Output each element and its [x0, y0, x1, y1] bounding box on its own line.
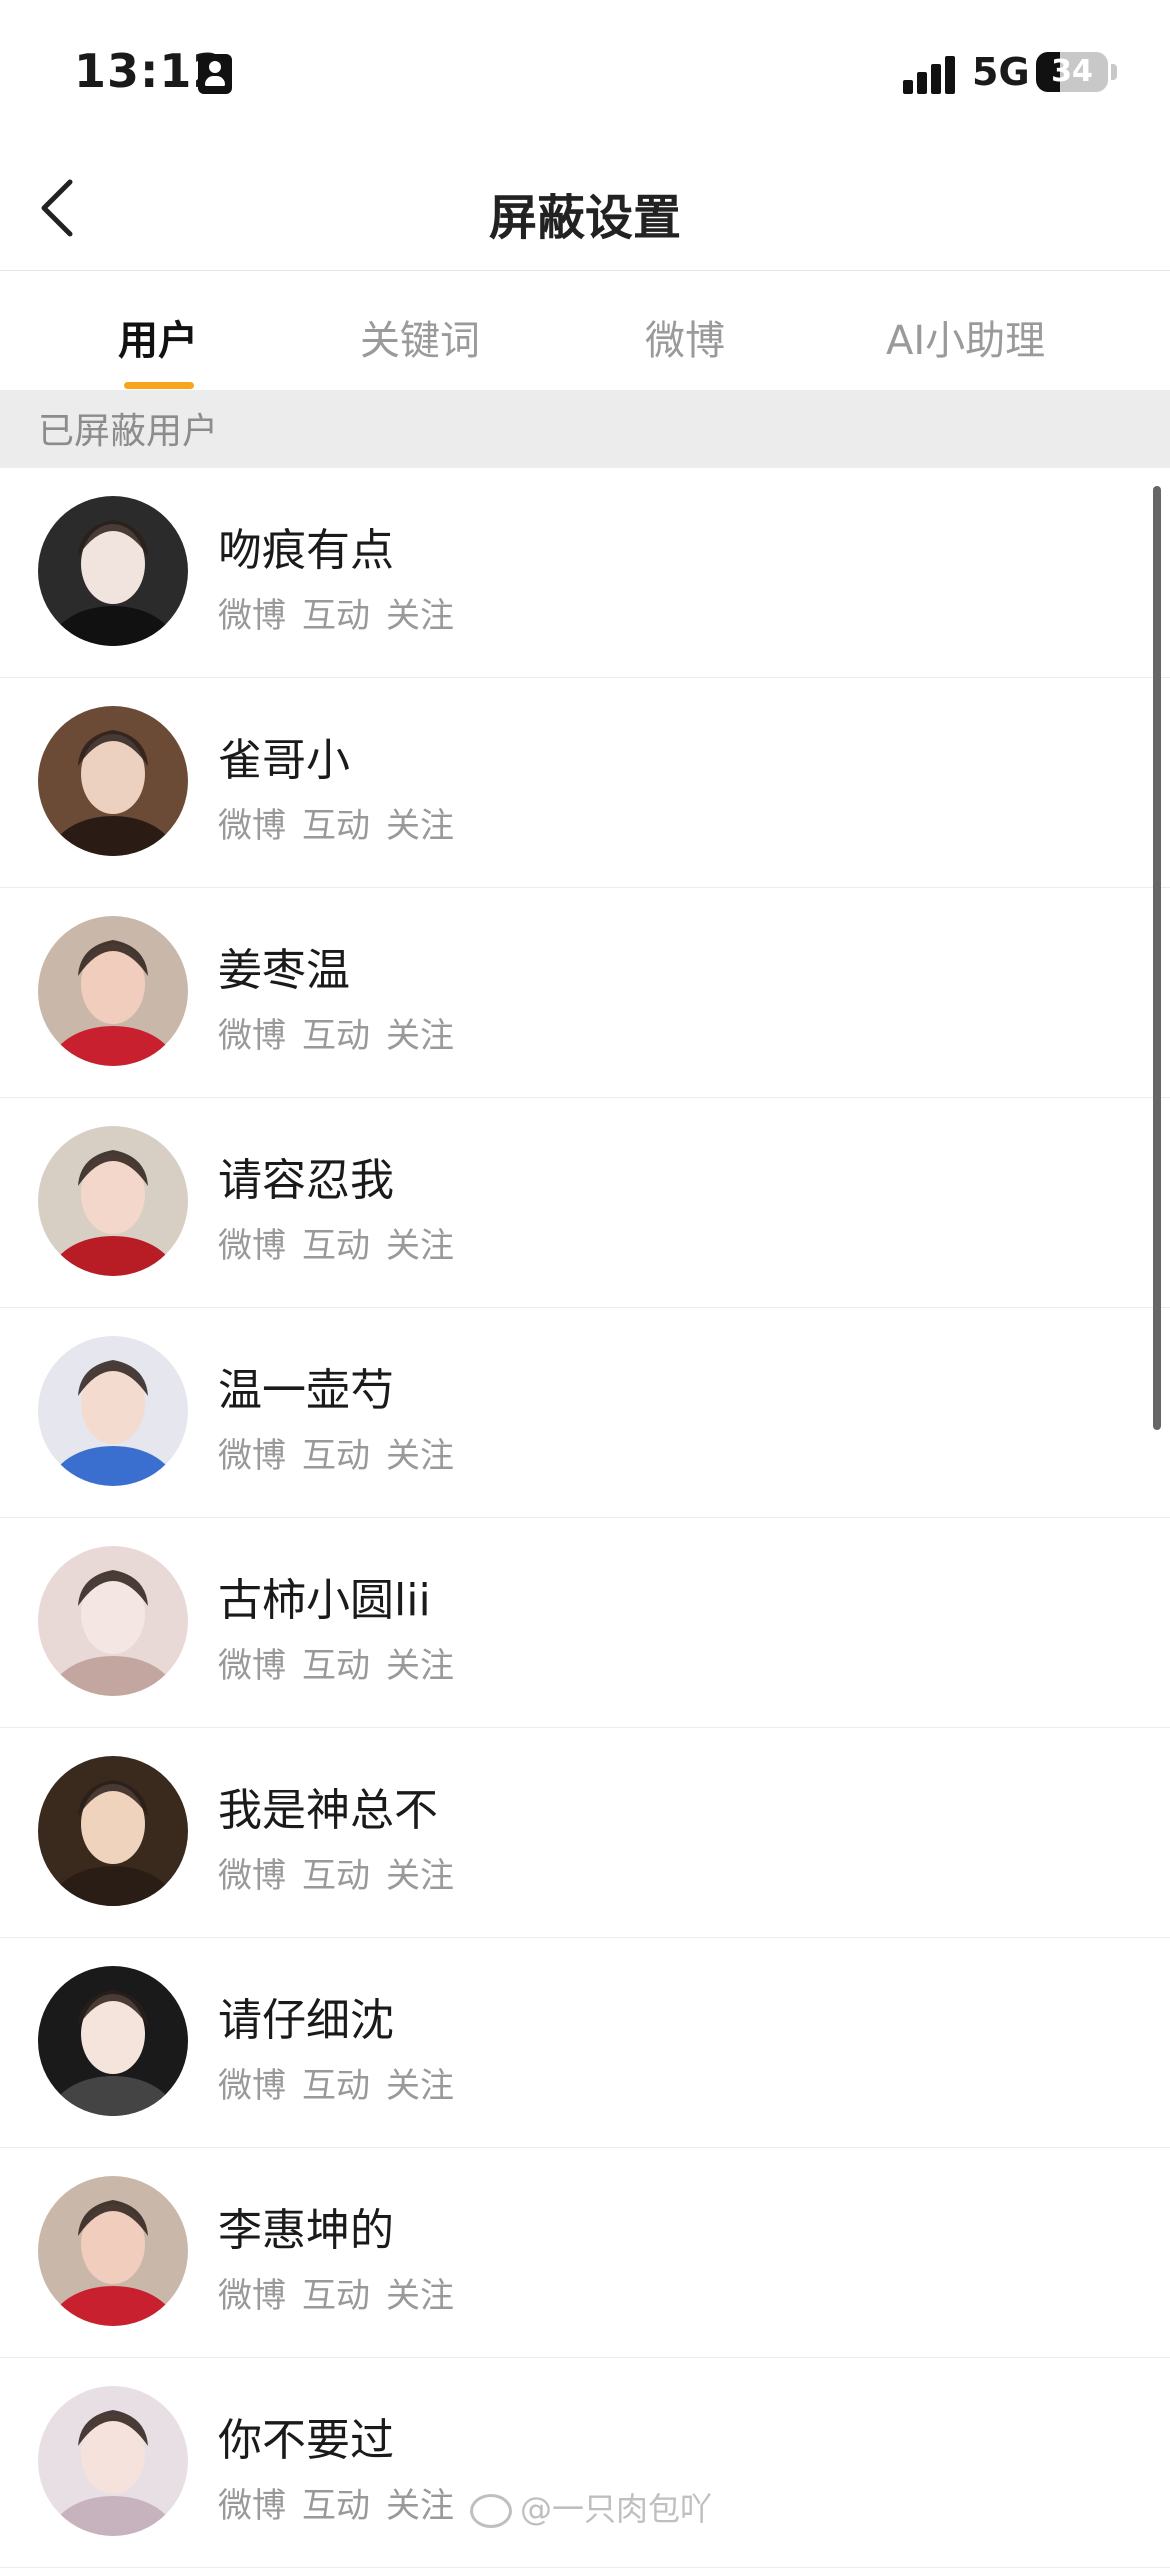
block-scope-options: 微博 互动 关注	[218, 1638, 470, 1687]
block-scope-interaction[interactable]: 互动	[302, 1016, 370, 1056]
user-row[interactable]: 你不要过微博 互动 关注	[0, 2358, 1170, 2568]
block-scope-weibo[interactable]: 微博	[218, 1436, 286, 1476]
block-scope-weibo[interactable]: 微博	[218, 596, 286, 636]
user-row[interactable]: 吻痕有点微博 互动 关注	[0, 468, 1170, 678]
user-name: 雀哥小	[218, 735, 350, 786]
block-scope-follow[interactable]: 关注	[386, 1016, 454, 1056]
block-scope-options: 微博 互动 关注	[218, 1008, 470, 1057]
block-scope-interaction[interactable]: 互动	[302, 2276, 370, 2316]
navigation-bar: 屏蔽设置	[0, 150, 1170, 271]
avatar[interactable]	[38, 2386, 188, 2536]
user-row[interactable]: 温一壶芍微博 互动 关注	[0, 1308, 1170, 1518]
block-scope-follow[interactable]: 关注	[386, 2486, 454, 2526]
user-name: 我是神总不	[218, 1785, 438, 1836]
user-name: 温一壶芍	[218, 1365, 394, 1416]
block-scope-interaction[interactable]: 互动	[302, 806, 370, 846]
avatar[interactable]	[38, 1546, 188, 1696]
avatar[interactable]	[38, 2176, 188, 2326]
block-scope-options: 微博 互动 关注	[218, 1218, 470, 1267]
block-scope-weibo[interactable]: 微博	[218, 2276, 286, 2316]
block-scope-weibo[interactable]: 微博	[218, 2066, 286, 2106]
block-scope-follow[interactable]: 关注	[386, 596, 454, 636]
block-scope-interaction[interactable]: 互动	[302, 1856, 370, 1896]
block-scope-interaction[interactable]: 互动	[302, 1436, 370, 1476]
avatar[interactable]	[38, 496, 188, 646]
tab-users[interactable]: 用户	[118, 308, 198, 366]
status-bar: 13:12 5G 34	[0, 0, 1170, 150]
tab-ai-assistant[interactable]: AI小助理	[886, 308, 1045, 366]
block-scope-weibo[interactable]: 微博	[218, 806, 286, 846]
block-scope-follow[interactable]: 关注	[386, 1226, 454, 1266]
watermark: @一只肉包吖	[470, 2484, 712, 2530]
tab-keywords[interactable]: 关键词	[360, 308, 480, 366]
user-row[interactable]: 雀哥小微博 互动 关注	[0, 678, 1170, 888]
block-scope-interaction[interactable]: 互动	[302, 1646, 370, 1686]
user-name: 李惠坤的	[218, 2205, 394, 2256]
user-row[interactable]: 李惠坤的微博 互动 关注	[0, 2148, 1170, 2358]
avatar[interactable]	[38, 1126, 188, 1276]
user-row[interactable]: 姜枣温微博 互动 关注	[0, 888, 1170, 1098]
blocked-user-list: 吻痕有点 微博 互动 关注 雀哥小 微博 互动 关注 姜枣温 微博 互动 关注 请容忍我 微博 互动 关注 温一…	[0, 468, 1170, 2568]
section-header: 已屏蔽用户	[0, 390, 1170, 468]
user-name: 姜枣温	[218, 945, 350, 996]
block-scope-options: 微博 互动 关注	[218, 588, 470, 637]
block-scope-weibo[interactable]: 微博	[218, 1856, 286, 1896]
avatar[interactable]	[38, 916, 188, 1066]
block-scope-follow[interactable]: 关注	[386, 1856, 454, 1896]
user-row[interactable]: 古柿小圆lii 微博 互动 关注	[0, 1518, 1170, 1728]
block-scope-interaction[interactable]: 互动	[302, 2486, 370, 2526]
network-type: 5G	[972, 50, 1030, 94]
block-scope-follow[interactable]: 关注	[386, 1436, 454, 1476]
weibo-logo-icon	[470, 2494, 512, 2528]
block-scope-options: 微博 互动 关注	[218, 1428, 470, 1477]
block-scope-weibo[interactable]: 微博	[218, 1016, 286, 1056]
avatar[interactable]	[38, 1756, 188, 1906]
scrollbar[interactable]	[1153, 486, 1161, 1430]
block-scope-interaction[interactable]: 互动	[302, 596, 370, 636]
block-scope-follow[interactable]: 关注	[386, 1646, 454, 1686]
cellular-signal-icon	[903, 54, 959, 94]
section-label: 已屏蔽用户	[38, 411, 219, 452]
block-scope-interaction[interactable]: 互动	[302, 1226, 370, 1266]
battery-icon: 34	[1036, 52, 1108, 92]
block-scope-options: 微博 互动 关注	[218, 2058, 470, 2107]
active-tab-indicator	[124, 382, 194, 389]
page-title: 屏蔽设置	[488, 190, 681, 246]
avatar[interactable]	[38, 1336, 188, 1486]
avatar[interactable]	[38, 706, 188, 856]
tab-bar: 用户 关键词 微博 AI小助理	[0, 272, 1170, 390]
battery-cap	[1111, 64, 1117, 80]
block-scope-options: 微博 互动 关注	[218, 1848, 470, 1897]
block-scope-follow[interactable]: 关注	[386, 806, 454, 846]
battery-percent: 34	[1051, 54, 1093, 89]
user-name: 请容忍我	[218, 1155, 394, 1206]
block-scope-interaction[interactable]: 互动	[302, 2066, 370, 2106]
user-name: 你不要过	[218, 2415, 394, 2466]
block-scope-options: 微博 互动 关注	[218, 2268, 470, 2317]
block-scope-follow[interactable]: 关注	[386, 2276, 454, 2316]
user-row[interactable]: 我是神总不微博 互动 关注	[0, 1728, 1170, 1938]
block-scope-weibo[interactable]: 微博	[218, 1646, 286, 1686]
user-row[interactable]: 请仔细沈微博 互动 关注	[0, 1938, 1170, 2148]
user-name: 古柿小圆lii	[218, 1575, 431, 1626]
block-scope-options: 微博 互动 关注	[218, 2478, 470, 2527]
watermark-text: @一只肉包吖	[520, 2490, 713, 2528]
avatar[interactable]	[38, 1966, 188, 2116]
user-row[interactable]: 请容忍我微博 互动 关注	[0, 1098, 1170, 1308]
block-scope-follow[interactable]: 关注	[386, 2066, 454, 2106]
block-scope-weibo[interactable]: 微博	[218, 2486, 286, 2526]
contact-card-icon	[198, 54, 232, 94]
user-name: 吻痕有点	[218, 525, 394, 576]
user-name: 请仔细沈	[218, 1995, 394, 2046]
tab-weibo[interactable]: 微博	[645, 308, 725, 366]
block-scope-options: 微博 互动 关注	[218, 798, 470, 847]
block-scope-weibo[interactable]: 微博	[218, 1226, 286, 1266]
